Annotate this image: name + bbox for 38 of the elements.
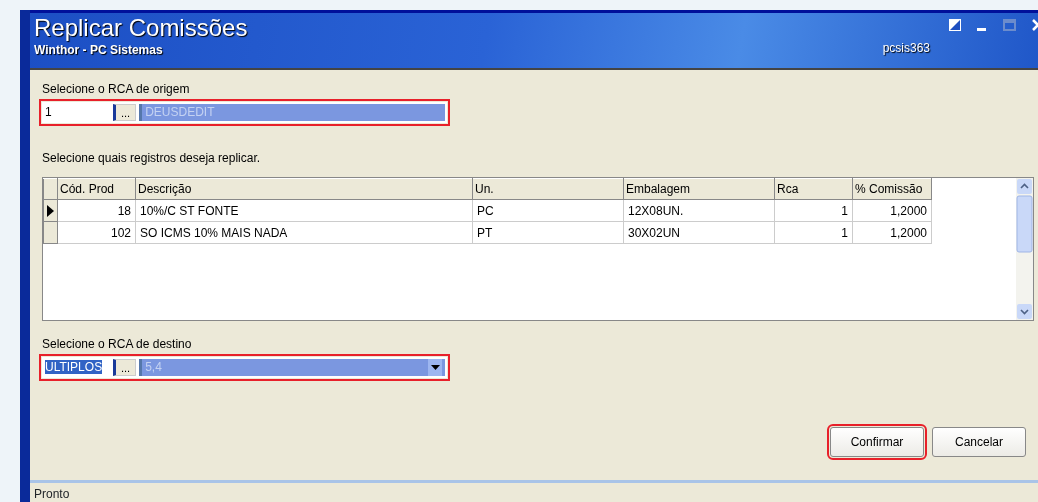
table-cell: PT: [472, 221, 624, 244]
table-cell: 1,2000: [852, 221, 932, 244]
section-caption: Selecione quais registros deseja replicar.: [42, 150, 262, 167]
dropdown-arrow-icon[interactable]: [430, 365, 440, 370]
field-label: Selecione o RCA de destino: [42, 336, 193, 353]
table-cell: 1,2000: [852, 199, 932, 222]
table-cell: 18: [57, 199, 136, 222]
confirm-button[interactable]: Confirmar: [830, 427, 924, 457]
table-cell: 1: [774, 221, 853, 244]
status-bar: Pronto: [30, 480, 1038, 502]
table-cell: 30X02UN: [623, 221, 775, 244]
scroll-down-icon[interactable]: [1016, 303, 1033, 320]
current-row-icon: [47, 204, 54, 217]
field-label: Selecione o RCA de origem: [42, 81, 191, 98]
user-name: pcsis363: [882, 40, 930, 57]
name-value: 5,4: [145, 359, 162, 376]
table-cell: PC: [472, 199, 624, 222]
table-cell: 12X08UN.: [623, 199, 775, 222]
restore-icon[interactable]: [949, 19, 961, 31]
scroll-up-icon[interactable]: [1016, 178, 1033, 195]
column-header[interactable]: % Comissão: [852, 178, 932, 200]
lookup-button[interactable]: ...: [113, 104, 137, 121]
cancel-button[interactable]: Cancelar: [932, 427, 1026, 457]
column-header[interactable]: Descrição: [135, 178, 473, 200]
row-indicator[interactable]: [43, 199, 58, 222]
table-cell: 1: [774, 199, 853, 222]
scroll-thumb[interactable]: [1016, 195, 1033, 253]
column-header[interactable]: Un.: [472, 178, 624, 200]
column-header[interactable]: Rca: [774, 178, 853, 200]
column-header[interactable]: Cód. Prod: [57, 178, 136, 200]
table-cell: 102: [57, 221, 136, 244]
lookup-button[interactable]: ...: [113, 359, 137, 376]
window-subtitle: Winthor - PC Sistemas: [34, 42, 164, 59]
vertical-scrollbar[interactable]: [1016, 178, 1033, 320]
table-cell: 10%/C ST FONTE: [135, 199, 473, 222]
column-header[interactable]: Embalagem: [623, 178, 775, 200]
window-title: Replicar Comissões: [34, 15, 248, 41]
table-cell: SO ICMS 10% MAIS NADA: [135, 221, 473, 244]
